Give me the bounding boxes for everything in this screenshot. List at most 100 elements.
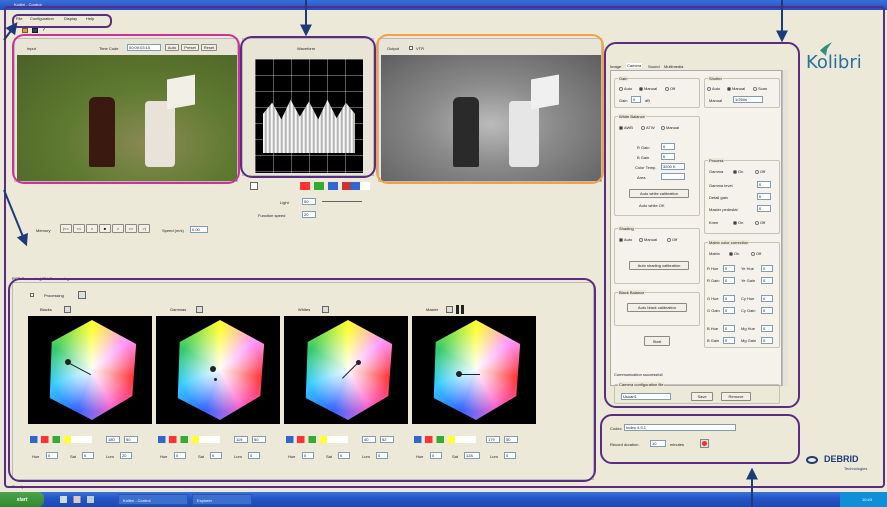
preset-button[interactable]: Preset — [181, 44, 199, 51]
wheel-handle[interactable] — [65, 359, 71, 365]
matrix-cell-field[interactable]: 0 — [761, 325, 773, 332]
hue-field[interactable]: 0 — [302, 452, 314, 459]
wheel-h-field[interactable]: 40 — [362, 436, 376, 443]
tab-multimedia[interactable]: Multimedia — [664, 64, 683, 69]
menu-help[interactable]: Help — [86, 16, 94, 21]
detail-field[interactable]: 0 — [757, 193, 771, 200]
pause-icon[interactable] — [456, 305, 464, 314]
matrix-cell-field[interactable]: 0 — [723, 295, 735, 302]
wheel-h-field[interactable]: 180 — [106, 436, 120, 443]
matrix-off[interactable]: Off — [751, 251, 761, 256]
start-button[interactable]: Start — [644, 336, 670, 346]
gain-auto[interactable]: Auto — [619, 86, 632, 91]
lum-field[interactable]: 0 — [376, 452, 388, 459]
play-button[interactable]: > — [112, 224, 124, 233]
wheel-canvas[interactable] — [284, 316, 408, 424]
sat-field[interactable]: 0 — [82, 452, 94, 459]
menu-file[interactable]: File — [16, 16, 22, 21]
matrix-cell-field[interactable]: 0 — [761, 295, 773, 302]
gamma-on[interactable]: On — [733, 169, 743, 174]
wheel-handle[interactable] — [456, 371, 462, 377]
quicklaunch-icons[interactable] — [60, 496, 94, 503]
pedestal-field[interactable]: 0 — [757, 205, 771, 212]
wheel-h-field[interactable]: 119 — [234, 436, 248, 443]
open-icon[interactable] — [22, 28, 28, 33]
gain-manual[interactable]: Manual — [639, 86, 657, 91]
shutter-auto[interactable]: Auto — [707, 86, 720, 91]
wb-manual[interactable]: Manual — [661, 125, 679, 130]
matrix-cell-field[interactable]: 0 — [723, 277, 735, 284]
tab-rgb-processing[interactable]: RGB Processing — [12, 276, 42, 281]
gain-off[interactable]: Off — [665, 86, 675, 91]
remove-config-button[interactable]: Remove — [721, 392, 751, 401]
codec-select[interactable]: Indeo 4.5.1 — [624, 424, 736, 431]
help-icon[interactable]: ? — [42, 27, 45, 33]
shading-auto[interactable]: Auto — [619, 237, 632, 242]
wheel-color-swatches[interactable] — [414, 436, 476, 443]
wheel-s-field[interactable]: 50 — [252, 436, 266, 443]
sat-field[interactable]: 128 — [464, 452, 480, 459]
last-button[interactable]: >| — [138, 224, 150, 233]
tab-sound[interactable]: Sound — [648, 64, 660, 69]
wheel-s-field[interactable]: 50 — [504, 436, 518, 443]
stop-button[interactable]: ■ — [99, 224, 111, 233]
save-config-button[interactable]: Save — [691, 392, 713, 401]
rewind-button[interactable]: << — [73, 224, 85, 233]
wheel-s-field[interactable]: 52 — [380, 436, 394, 443]
wheel-handle[interactable] — [210, 366, 216, 372]
hue-field[interactable]: 0 — [174, 452, 186, 459]
matrix-cell-field[interactable]: 0 — [723, 307, 735, 314]
save-icon[interactable] — [32, 28, 38, 33]
processing-icon[interactable] — [78, 291, 86, 299]
gamma-off[interactable]: Off — [755, 169, 765, 174]
matrix-cell-field[interactable]: 0 — [761, 307, 773, 314]
knee-off[interactable]: Off — [755, 220, 765, 225]
wheel-canvas[interactable] — [28, 316, 152, 424]
shutter-manual[interactable]: Manual — [727, 86, 745, 91]
gamma-level-field[interactable]: 0 — [757, 181, 771, 188]
vtr-checkbox[interactable] — [409, 46, 413, 50]
wheel-color-swatches[interactable] — [286, 436, 348, 443]
matrix-cell-field[interactable]: 0 — [761, 277, 773, 284]
wheel-color-swatches[interactable] — [158, 436, 220, 443]
reset-button[interactable]: Reset — [201, 44, 217, 51]
tab-camera[interactable]: Camera — [626, 63, 643, 68]
speed-field[interactable]: 0.00 — [190, 226, 208, 233]
scope-tool-icon[interactable] — [250, 182, 258, 190]
wheel-reset-icon[interactable] — [322, 306, 329, 313]
auto-white-button[interactable]: Auto white calibration — [629, 189, 689, 198]
bgain-field[interactable]: 0 — [661, 153, 675, 160]
tab-image[interactable]: Image — [610, 64, 621, 69]
matrix-on[interactable]: On — [729, 251, 739, 256]
wheel-reset-icon[interactable] — [64, 306, 71, 313]
processing-checkbox[interactable] — [30, 293, 34, 297]
hue-field[interactable]: 0 — [430, 452, 442, 459]
wheel-color-swatches[interactable] — [30, 436, 92, 443]
shading-manual[interactable]: Manual — [639, 237, 657, 242]
tab-hsv-processing[interactable]: HSV Processing — [40, 276, 69, 281]
shutter-scan[interactable]: Scan — [753, 86, 767, 91]
rgain-field[interactable]: 0 — [661, 143, 675, 150]
wheel-canvas[interactable] — [156, 316, 280, 424]
shutter-select[interactable]: 1/250s — [733, 96, 763, 103]
sat-field[interactable]: 0 — [210, 452, 222, 459]
taskbar-item-explorer[interactable]: Explorer — [192, 494, 252, 505]
hue-field[interactable]: 0 — [46, 452, 58, 459]
function-speed-field[interactable]: 20 — [302, 211, 316, 218]
wheel-h-field[interactable]: 179 — [486, 436, 500, 443]
auto-button[interactable]: Auto — [165, 44, 179, 51]
lum-field[interactable]: 20 — [120, 452, 132, 459]
area-select[interactable] — [661, 173, 685, 180]
matrix-cell-field[interactable]: 0 — [723, 337, 735, 344]
sat-field[interactable]: 0 — [338, 452, 350, 459]
wheel-s-field[interactable]: 50 — [124, 436, 138, 443]
lum-field[interactable]: 0 — [248, 452, 260, 459]
back-button[interactable]: < — [86, 224, 98, 233]
menu-configuration[interactable]: Configuration — [30, 16, 54, 21]
matrix-cell-field[interactable]: 0 — [761, 265, 773, 272]
light-slider[interactable] — [322, 201, 362, 202]
lum-field[interactable]: 0 — [504, 452, 516, 459]
taskbar-item-kolibri[interactable]: Kolibri - Control — [118, 494, 188, 505]
light-field[interactable]: 50 — [302, 198, 316, 205]
start-button[interactable]: start — [0, 492, 44, 507]
